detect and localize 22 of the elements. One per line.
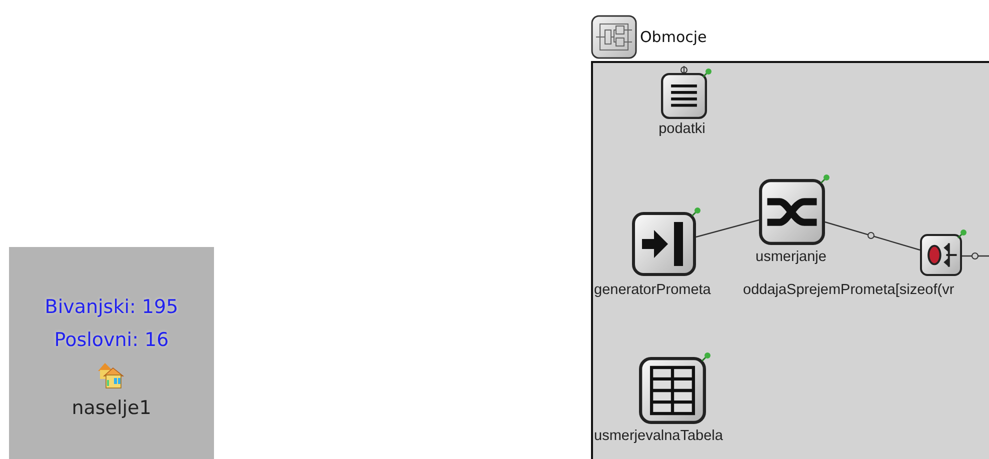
pin-icon xyxy=(701,352,711,362)
transceiver-icon[interactable] xyxy=(920,234,962,276)
connection-line xyxy=(696,219,760,238)
module-name: naselje1 xyxy=(72,396,152,421)
stat-text: Bivanjski: 195 xyxy=(44,295,178,320)
pin-icon xyxy=(702,68,712,78)
shuffle-icon[interactable] xyxy=(759,179,825,245)
table-icon[interactable] xyxy=(639,357,706,424)
gate-icon xyxy=(680,66,688,74)
stat-text: Poslovni: 16 xyxy=(54,328,169,353)
pin-icon xyxy=(957,229,967,239)
submodule-label: usmerjevalnaTabela xyxy=(594,428,723,444)
compound-module-icon[interactable] xyxy=(591,15,637,59)
list-icon[interactable] xyxy=(661,73,707,119)
arrow-to-bar-icon[interactable] xyxy=(632,212,696,276)
submodule-label: generatorPrometa xyxy=(594,282,711,298)
module-title: Obmocje xyxy=(640,28,707,46)
submodule-label: usmerjanje xyxy=(756,249,826,265)
pin-icon xyxy=(820,174,830,184)
submodule-label: podatki xyxy=(658,121,706,137)
pin-icon xyxy=(691,207,701,217)
submodule-label: oddajaSprejemPrometa[sizeof(vr xyxy=(743,282,954,298)
